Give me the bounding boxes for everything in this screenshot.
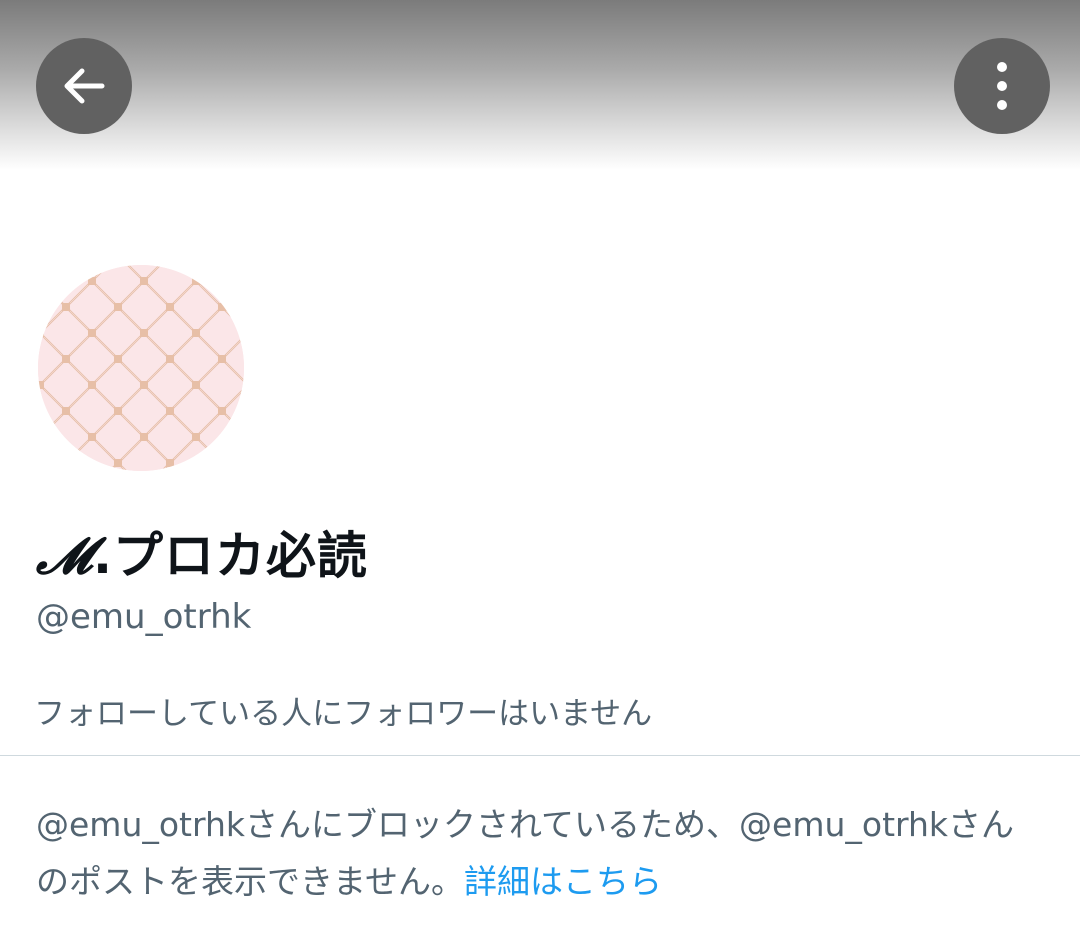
display-name-initial: 𝓜 bbox=[36, 526, 93, 585]
more-options-button[interactable] bbox=[954, 38, 1050, 134]
back-button[interactable] bbox=[36, 38, 132, 134]
display-name: 𝓜.プロカ必読 bbox=[36, 516, 368, 588]
avatar[interactable] bbox=[38, 265, 244, 471]
header-banner bbox=[0, 0, 1080, 170]
vertical-ellipsis-icon bbox=[997, 62, 1007, 110]
display-name-text: .プロカ必読 bbox=[93, 527, 368, 585]
followers-you-know-note[interactable]: フォローしている人にフォロワーはいません bbox=[34, 688, 652, 733]
arrow-left-icon bbox=[64, 68, 105, 104]
learn-more-link[interactable]: 詳細はこちら bbox=[464, 862, 662, 901]
profile-page: 𝓜.プロカ必読 @emu_otrhk フォローしている人にフォロワーはいません … bbox=[0, 0, 1080, 943]
user-handle: @emu_otrhk bbox=[36, 597, 252, 637]
avatar-pattern bbox=[38, 265, 244, 471]
divider bbox=[0, 755, 1080, 756]
blocked-notice: @emu_otrhkさんにブロックされているため、@emu_otrhkさんのポス… bbox=[36, 796, 1036, 910]
